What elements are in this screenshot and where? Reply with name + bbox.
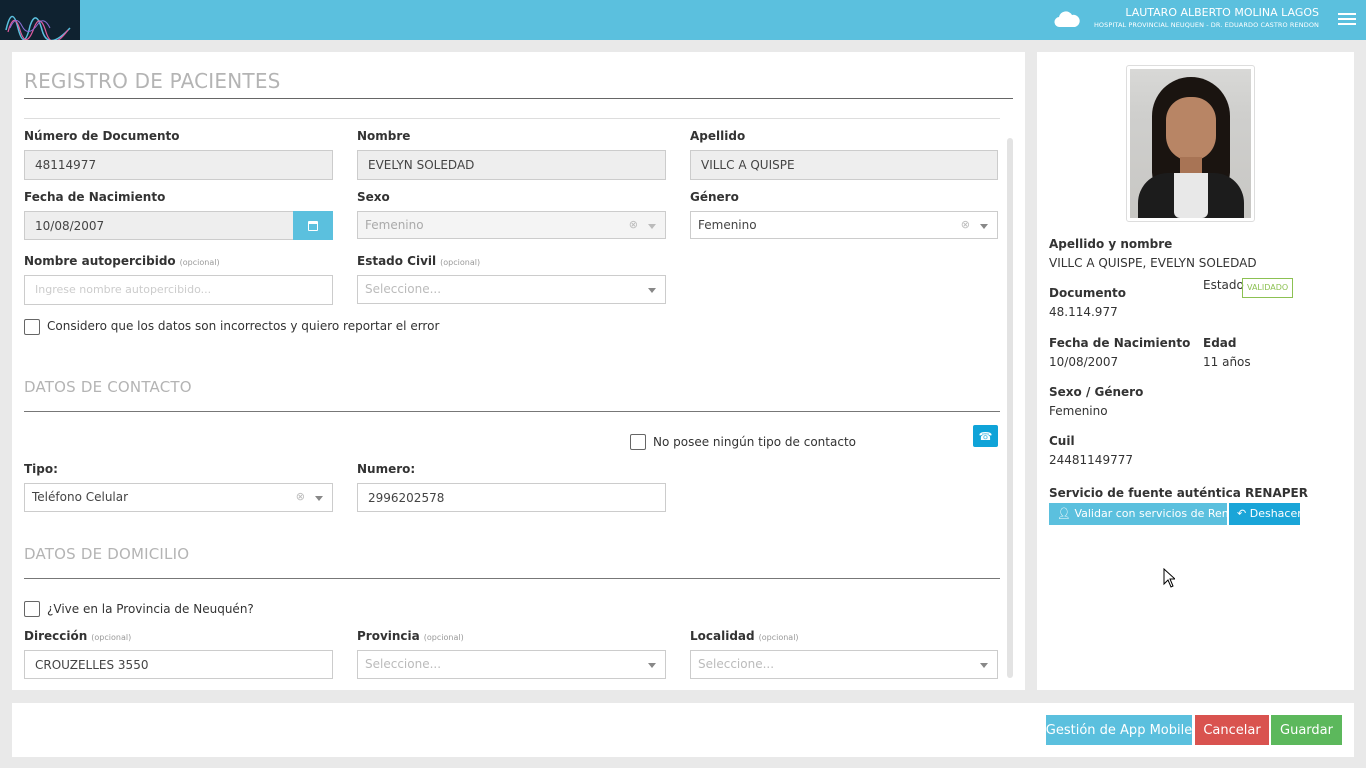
app-logo[interactable] bbox=[0, 0, 80, 43]
report-error-label: Considero que los datos son incorrectos … bbox=[47, 319, 440, 333]
patient-photo bbox=[1126, 65, 1255, 222]
summary-nombre-label: Apellido y nombre bbox=[1049, 237, 1173, 251]
add-phone-button[interactable]: ☎ bbox=[973, 425, 998, 447]
summary-fecha-value: 10/08/2007 bbox=[1049, 355, 1119, 369]
summary-estado-label: Estado bbox=[1203, 278, 1244, 292]
cancel-button[interactable]: Cancelar bbox=[1195, 715, 1269, 745]
summary-nombre-value: VILLC A QUISPE, EVELYN SOLEDAD bbox=[1049, 256, 1257, 270]
sexo-select[interactable]: Femenino ⊗ bbox=[357, 211, 666, 239]
apellido-input[interactable]: VILLC A QUISPE bbox=[690, 150, 998, 180]
numero-input[interactable]: 2996202578 bbox=[357, 483, 666, 512]
localidad-label: Localidad (opcional) bbox=[690, 629, 799, 643]
app-mobile-button[interactable]: Gestión de App Mobile bbox=[1046, 715, 1192, 745]
user-icon: 👤︎ bbox=[1057, 507, 1075, 520]
estado-civil-select[interactable]: Seleccione... bbox=[357, 275, 666, 304]
genero-value: Femenino bbox=[698, 218, 757, 232]
genero-select[interactable]: Femenino ⊗ bbox=[690, 211, 998, 239]
vive-neuquen-label: ¿Vive en la Provincia de Neuquén? bbox=[47, 602, 254, 616]
deshacer-button[interactable]: ↶ Deshacer bbox=[1229, 503, 1302, 525]
clear-icon[interactable]: ⊗ bbox=[296, 490, 305, 503]
validated-badge: VALIDADO bbox=[1242, 278, 1294, 298]
no-contact-checkbox[interactable] bbox=[630, 434, 646, 450]
summary-documento-label: Documento bbox=[1049, 286, 1127, 300]
provincia-placeholder: Seleccione... bbox=[365, 657, 442, 671]
validar-renaper-button[interactable]: 👤︎ Validar con servicios de Renaper bbox=[1049, 503, 1254, 525]
clear-icon: ⊗ bbox=[628, 218, 638, 231]
phone-icon: ☎ bbox=[978, 429, 993, 443]
summary-documento-value: 48.114.977 bbox=[1049, 305, 1118, 319]
top-bar: LAUTARO ALBERTO MOLINA LAGOS HOSPITAL PR… bbox=[0, 0, 1366, 43]
contacto-divider bbox=[24, 411, 1000, 412]
nombre-autopercibido-label: Nombre autopercibido (opcional) bbox=[24, 254, 220, 268]
summary-cuil-label: Cuil bbox=[1049, 434, 1075, 448]
provincia-select[interactable]: Seleccione... bbox=[357, 650, 666, 679]
cloud-icon[interactable] bbox=[1054, 10, 1080, 28]
patient-form-panel bbox=[12, 52, 1025, 690]
summary-sexo-label: Sexo / Género bbox=[1049, 385, 1144, 399]
divider bbox=[24, 118, 1000, 119]
nombre-autopercibido-input[interactable]: Ingrese nombre autopercibido... bbox=[24, 275, 333, 305]
user-hospital: HOSPITAL PROVINCIAL NEUQUEN - DR. EDUARD… bbox=[1093, 21, 1319, 29]
documento-label: Número de Documento bbox=[24, 129, 180, 143]
direccion-input[interactable]: CROUZELLES 3550 bbox=[24, 650, 333, 679]
documento-input[interactable]: 48114977 bbox=[24, 150, 333, 180]
fecha-nacimiento-label: Fecha de Nacimiento bbox=[24, 190, 166, 204]
estado-civil-label: Estado Civil (opcional) bbox=[357, 254, 481, 268]
summary-cuil-value: 24481149777 bbox=[1049, 453, 1133, 467]
sexo-label: Sexo bbox=[357, 190, 390, 204]
save-button[interactable]: Guardar bbox=[1271, 715, 1342, 745]
domicilio-section-title: DATOS DE DOMICILIO bbox=[24, 545, 190, 563]
summary-edad-value: 11 años bbox=[1203, 355, 1251, 369]
contacto-section-title: DATOS DE CONTACTO bbox=[24, 378, 192, 396]
genero-label: Género bbox=[690, 190, 739, 204]
chevron-down-icon bbox=[980, 663, 988, 668]
apellido-label: Apellido bbox=[690, 129, 746, 143]
domicilio-divider bbox=[24, 578, 1000, 579]
direccion-label: Dirección (opcional) bbox=[24, 629, 132, 643]
form-scrollbar[interactable] bbox=[1007, 138, 1013, 678]
summary-edad-label: Edad bbox=[1203, 336, 1237, 350]
tipo-contacto-select[interactable]: Teléfono Celular ⊗ bbox=[24, 483, 333, 512]
hamburger-menu-icon[interactable] bbox=[1338, 13, 1356, 27]
sexo-value: Femenino bbox=[365, 218, 424, 232]
estado-civil-placeholder: Seleccione... bbox=[365, 282, 442, 296]
nombre-input[interactable]: EVELYN SOLEDAD bbox=[357, 150, 666, 180]
summary-sexo-value: Femenino bbox=[1049, 404, 1108, 418]
chevron-down-icon bbox=[980, 224, 988, 229]
chevron-down-icon bbox=[648, 224, 656, 229]
summary-fecha-label: Fecha de Nacimiento bbox=[1049, 336, 1191, 350]
chevron-down-icon bbox=[648, 663, 656, 668]
clear-icon[interactable]: ⊗ bbox=[961, 218, 970, 231]
calendar-icon bbox=[308, 220, 318, 231]
undo-icon: ↶ bbox=[1237, 507, 1250, 520]
title-divider bbox=[24, 98, 1013, 99]
tipo-label: Tipo: bbox=[24, 462, 58, 476]
numero-label: Numero: bbox=[357, 462, 416, 476]
provincia-label: Provincia (opcional) bbox=[357, 629, 464, 643]
tipo-contacto-value: Teléfono Celular bbox=[32, 490, 129, 504]
mouse-cursor-icon bbox=[1163, 568, 1175, 588]
localidad-placeholder: Seleccione... bbox=[698, 657, 775, 671]
logo-waves-icon bbox=[5, 15, 71, 43]
report-error-checkbox[interactable] bbox=[24, 319, 40, 335]
vive-neuquen-checkbox[interactable] bbox=[24, 601, 40, 617]
summary-renaper-label: Servicio de fuente auténtica RENAPER bbox=[1049, 486, 1308, 500]
no-contact-label: No posee ningún tipo de contacto bbox=[653, 435, 856, 449]
chevron-down-icon bbox=[315, 496, 323, 501]
nombre-label: Nombre bbox=[357, 129, 411, 143]
localidad-select[interactable]: Seleccione... bbox=[690, 650, 998, 679]
chevron-down-icon bbox=[648, 288, 656, 293]
fecha-nacimiento-input[interactable]: 10/08/2007 bbox=[24, 211, 294, 240]
user-name[interactable]: LAUTARO ALBERTO MOLINA LAGOS bbox=[1125, 6, 1319, 19]
page-title: REGISTRO DE PACIENTES bbox=[24, 69, 281, 93]
calendar-button[interactable] bbox=[293, 211, 333, 240]
